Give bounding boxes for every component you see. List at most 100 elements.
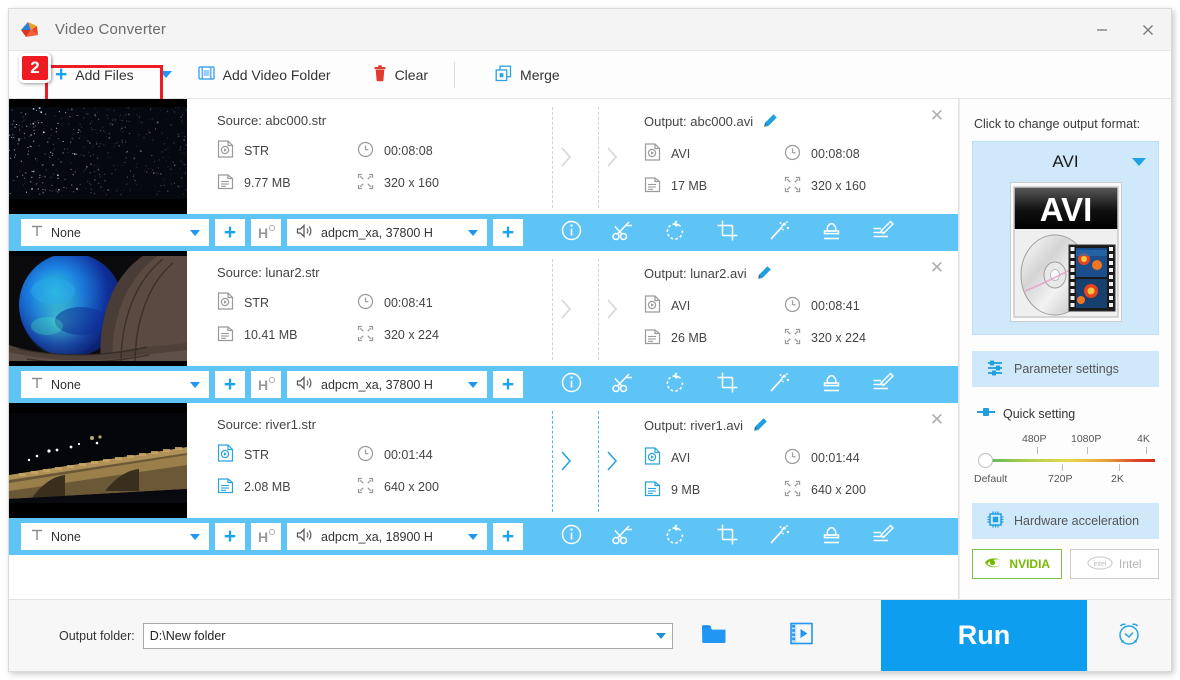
resolution-icon	[784, 176, 801, 196]
info-button[interactable]	[545, 368, 597, 402]
conversion-arrows	[536, 251, 628, 366]
hardsub-button[interactable]: H	[251, 219, 281, 246]
chevron-right-icon	[560, 298, 573, 320]
file-card[interactable]: Source: lunar2.strSTR00:08:4110.41 MB320…	[9, 251, 958, 403]
minimize-button[interactable]	[1079, 9, 1125, 50]
subtitle-select[interactable]: None	[21, 371, 209, 398]
output-format: AVI	[644, 143, 784, 164]
audio-select[interactable]: adpcm_xa, 37800 H	[287, 371, 487, 398]
slider-label-4k: 4K	[1137, 433, 1150, 445]
crop-button[interactable]	[701, 216, 753, 250]
add-video-folder-button[interactable]: Add Video Folder	[186, 51, 343, 98]
hardsub-button[interactable]: H	[251, 523, 281, 550]
output-folder-dropdown-button[interactable]	[652, 625, 671, 647]
quality-slider[interactable]: 480P 1080P 4K Default 720P 2K	[974, 431, 1157, 493]
output-folder-input[interactable]: D:\New folder	[143, 623, 673, 649]
file-list[interactable]: Source: abc000.strSTR00:08:089.77 MB320 …	[9, 99, 959, 599]
rotate-icon	[664, 372, 686, 398]
rotate-button[interactable]	[649, 368, 701, 402]
output-duration-value: 00:08:08	[811, 147, 860, 161]
rename-output-button[interactable]	[763, 113, 778, 131]
rotate-button[interactable]	[649, 520, 701, 554]
scissors-button[interactable]	[597, 520, 649, 554]
audio-select[interactable]: adpcm_xa, 37800 H	[287, 219, 487, 246]
video-thumbnail[interactable]	[9, 403, 187, 518]
subtitle-edit-button[interactable]	[857, 368, 909, 402]
subtitle-edit-button[interactable]	[857, 216, 909, 250]
rename-output-button[interactable]	[753, 417, 768, 435]
audio-select[interactable]: adpcm_xa, 18900 H	[287, 523, 487, 550]
file-format-icon	[644, 143, 661, 164]
slider-knob[interactable]	[978, 453, 993, 468]
scissors-button[interactable]	[597, 368, 649, 402]
parameter-settings-button[interactable]: Parameter settings	[972, 351, 1159, 387]
info-button[interactable]	[545, 216, 597, 250]
hardware-acceleration-button[interactable]: Hardware acceleration	[972, 503, 1159, 539]
crop-button[interactable]	[701, 368, 753, 402]
crop-button[interactable]	[701, 520, 753, 554]
add-audio-button[interactable]: +	[493, 219, 523, 246]
clear-button[interactable]: Clear	[361, 51, 440, 98]
document-icon	[644, 175, 661, 196]
document-icon	[644, 327, 661, 348]
svg-text:AVI: AVI	[1039, 191, 1092, 228]
subtitle-select[interactable]: None	[21, 219, 209, 246]
output-resolution: 320 x 224	[784, 327, 958, 348]
source-resolution-value: 320 x 224	[384, 328, 439, 342]
rename-output-button[interactable]	[757, 265, 772, 283]
add-subtitle-button[interactable]: +	[215, 219, 245, 246]
subtitle-select[interactable]: None	[21, 523, 209, 550]
watermark-stamp-button[interactable]	[805, 368, 857, 402]
info-icon	[561, 372, 582, 398]
video-thumbnail[interactable]	[9, 99, 187, 214]
intel-logo-icon: intel	[1087, 556, 1113, 573]
slider-tick	[1146, 447, 1147, 454]
hardsub-button[interactable]: H	[251, 371, 281, 398]
file-format-icon	[217, 292, 234, 313]
sidebar: Click to change output format: AVI	[959, 99, 1171, 599]
add-files-dropdown-button[interactable]	[146, 51, 186, 98]
add-audio-button[interactable]: +	[493, 523, 523, 550]
remove-file-button[interactable]: ✕	[930, 411, 944, 428]
remove-file-button[interactable]: ✕	[930, 107, 944, 124]
remove-file-button[interactable]: ✕	[930, 259, 944, 276]
slider-tick	[1119, 464, 1120, 471]
chevron-down-icon[interactable]	[1132, 158, 1146, 166]
chevron-down-icon	[190, 230, 200, 236]
magic-wand-button[interactable]	[753, 520, 805, 554]
add-subtitle-button[interactable]: +	[215, 523, 245, 550]
crop-icon	[717, 372, 738, 398]
watermark-stamp-button[interactable]	[805, 216, 857, 250]
source-size-value: 9.77 MB	[244, 176, 291, 190]
window-controls	[1079, 9, 1171, 50]
gpu-nvidia-label: NVIDIA	[1009, 557, 1050, 571]
add-audio-button[interactable]: +	[493, 371, 523, 398]
add-subtitle-button[interactable]: +	[215, 371, 245, 398]
magic-wand-button[interactable]	[753, 368, 805, 402]
run-button[interactable]: Run	[881, 600, 1087, 671]
file-format-icon	[217, 140, 234, 161]
open-folder-button[interactable]	[701, 623, 727, 649]
file-card[interactable]: Source: abc000.strSTR00:08:089.77 MB320 …	[9, 99, 958, 251]
merge-button[interactable]: Merge	[483, 51, 572, 98]
gpu-intel-button[interactable]: intel Intel	[1070, 549, 1160, 579]
file-card[interactable]: Source: river1.strSTR00:01:442.08 MB640 …	[9, 403, 958, 555]
app-window: Video Converter 2 + Add Files	[8, 8, 1172, 672]
output-filename: Output: river1.avi	[644, 418, 743, 433]
schedule-alarm-button[interactable]	[1087, 600, 1171, 671]
gpu-nvidia-button[interactable]: NVIDIA	[972, 549, 1062, 579]
info-button[interactable]	[545, 520, 597, 554]
magic-wand-button[interactable]	[753, 216, 805, 250]
scissors-button[interactable]	[597, 216, 649, 250]
info-icon	[561, 524, 582, 550]
output-format-panel[interactable]: AVI	[972, 141, 1159, 335]
watermark-stamp-button[interactable]	[805, 520, 857, 554]
open-media-button[interactable]	[789, 621, 814, 651]
video-thumbnail[interactable]	[9, 251, 187, 366]
rotate-button[interactable]	[649, 216, 701, 250]
close-button[interactable]	[1125, 9, 1171, 50]
subtitle-edit-button[interactable]	[857, 520, 909, 554]
chevron-right-icon	[606, 450, 619, 472]
source-filename: Source: lunar2.str	[217, 265, 536, 280]
slider-tick	[1062, 464, 1063, 471]
